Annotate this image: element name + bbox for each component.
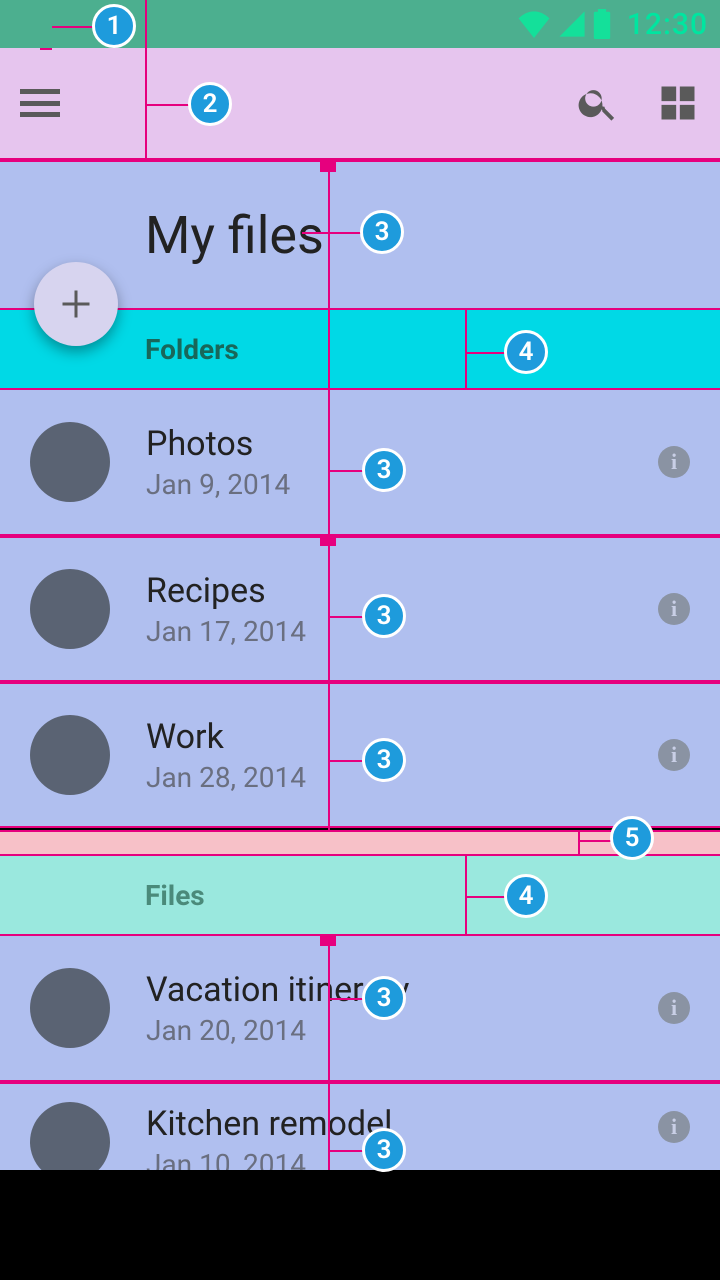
subheader-files: Files	[0, 856, 720, 936]
keyline	[578, 830, 580, 856]
tick	[40, 48, 52, 50]
search-icon[interactable]	[576, 81, 620, 125]
grid-view-icon[interactable]	[656, 81, 700, 125]
list-item[interactable]: Kitchen remodel Jan 10, 2014 i	[0, 1082, 720, 1170]
annotation-badge-1: 1	[92, 4, 136, 48]
app-bar	[0, 48, 720, 160]
annotation-badge-2: 2	[188, 82, 232, 126]
subheader-folders-label: Folders	[145, 333, 239, 366]
annotation-badge-3: 3	[362, 738, 406, 782]
annotation-badge-5: 5	[610, 816, 654, 860]
list-item[interactable]: Work Jan 28, 2014 i	[0, 682, 720, 828]
list-item[interactable]: Vacation itinerary Jan 20, 2014 i	[0, 936, 720, 1082]
annotation-badge-3: 3	[360, 210, 404, 254]
item-date: Jan 20, 2014	[146, 1014, 658, 1047]
keyline	[328, 390, 330, 830]
menu-icon[interactable]	[20, 89, 60, 117]
battery-icon	[593, 9, 611, 39]
connector	[302, 232, 364, 234]
annotation-badge-3: 3	[362, 1128, 406, 1172]
info-icon[interactable]: i	[658, 992, 690, 1024]
list-item[interactable]: Photos Jan 9, 2014 i	[0, 390, 720, 536]
annotation-badge-4: 4	[504, 874, 548, 918]
fab-add[interactable]	[34, 262, 118, 346]
tick	[320, 160, 336, 172]
info-icon[interactable]: i	[658, 739, 690, 771]
connector	[145, 104, 193, 106]
list-item[interactable]: Recipes Jan 17, 2014 i	[0, 536, 720, 682]
status-time: 12:30	[627, 7, 708, 42]
plus-icon	[58, 286, 94, 322]
page-title: My files	[145, 205, 324, 266]
annotation-badge-3: 3	[362, 448, 406, 492]
status-icons: 12:30	[517, 7, 708, 42]
keyline	[145, 0, 147, 48]
subheader-files-label: Files	[145, 879, 205, 912]
annotation-badge-4: 4	[504, 330, 548, 374]
annotation-badge-3: 3	[362, 594, 406, 638]
folder-avatar	[30, 569, 110, 649]
connector	[465, 352, 509, 354]
nav-bar	[0, 1170, 720, 1280]
connector	[578, 840, 614, 842]
tick	[320, 936, 336, 946]
annotation-badge-3: 3	[362, 976, 406, 1020]
folder-avatar	[30, 422, 110, 502]
keyline	[328, 160, 330, 390]
folder-avatar	[30, 715, 110, 795]
signal-icon	[557, 10, 587, 38]
tick	[320, 536, 336, 546]
connector	[465, 896, 509, 898]
info-icon[interactable]: i	[658, 446, 690, 478]
keyline	[465, 310, 467, 390]
file-avatar	[30, 968, 110, 1048]
keyline	[328, 936, 330, 1170]
info-icon[interactable]: i	[658, 1111, 690, 1143]
connector	[52, 26, 96, 28]
info-icon[interactable]: i	[658, 593, 690, 625]
wifi-icon	[517, 10, 551, 38]
